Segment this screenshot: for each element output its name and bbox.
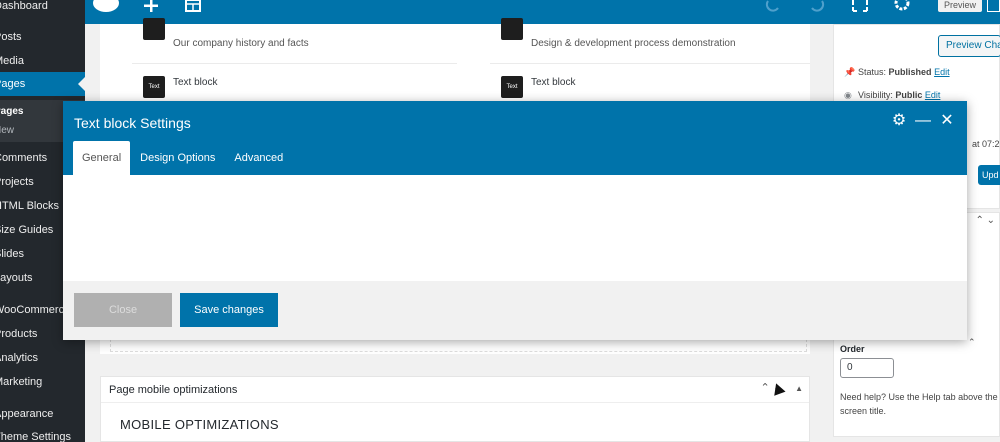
settings-gear-icon[interactable]	[892, 0, 912, 24]
visibility-row: ◉ Visibility: Public Edit	[844, 90, 940, 101]
chevron-down-icon[interactable]: ⌄	[987, 215, 995, 226]
element-text-block[interactable]: Text Text block	[490, 68, 810, 102]
modal-header[interactable]: Text block Settings ⚙ — ✕ General Design…	[63, 101, 967, 175]
preview-button[interactable]: Preview	[938, 0, 982, 12]
sidebar-item-label: Pages	[0, 78, 26, 90]
status-label: Status:	[858, 67, 887, 77]
status-edit-link[interactable]: Edit	[934, 67, 950, 77]
section-title-icon	[143, 18, 165, 40]
visibility-value: Public	[895, 90, 923, 100]
modal-footer: Close Save changes	[63, 281, 967, 340]
modal-tabs: General Design Options Advanced	[73, 141, 293, 175]
order-input[interactable]: 0	[840, 358, 894, 378]
modal-controls: ⚙ — ✕	[891, 113, 955, 129]
postbox-title: Page mobile optimizations	[109, 384, 238, 396]
sidebar-item-media[interactable]: Media	[0, 49, 85, 73]
sidebar-item-label: Marketing	[0, 376, 43, 388]
close-button[interactable]: Close	[74, 293, 172, 327]
save-changes-button[interactable]: Save changes	[180, 293, 278, 327]
mobile-optimizations-postbox: Page mobile optimizations ⌃ ⌄ ▲ MOBILE O…	[100, 376, 810, 442]
postbox-heading: MOBILE OPTIMIZATIONS	[120, 417, 279, 432]
sidebar-item-label: Posts	[0, 31, 22, 43]
sidebar-item-posts[interactable]: Posts	[0, 25, 85, 49]
help-text: Need help? Use the Help tab above the sc…	[840, 392, 998, 416]
element-description: Our company history and facts	[173, 38, 309, 49]
postbox-header[interactable]: Page mobile optimizations ⌃ ⌄ ▲	[101, 377, 809, 403]
sidebar-item-pages[interactable]: Pages	[0, 72, 85, 96]
update-button[interactable]: Upd	[978, 165, 1000, 185]
minimize-icon[interactable]: —	[915, 113, 931, 129]
sidebar-item-label: Theme Settings	[0, 431, 72, 442]
empty-row-placeholder	[110, 339, 807, 352]
visibility-label: Visibility:	[858, 90, 893, 100]
visibility-edit-link[interactable]: Edit	[925, 90, 941, 100]
element-description: Design & development process demonstrati…	[531, 38, 736, 49]
settings-gear-icon[interactable]: ⚙	[891, 113, 907, 129]
fullscreen-icon[interactable]	[850, 0, 870, 24]
modal-title: Text block Settings	[74, 115, 191, 131]
box-toggle-arrows[interactable]: ⌃ ⌄	[975, 215, 995, 226]
sidebar-item-theme-settings[interactable]: Theme Settings	[0, 425, 85, 442]
sidebar-item-label: Appearance	[0, 408, 54, 420]
chevron-up-icon[interactable]: ⌃	[975, 215, 983, 226]
modal-body	[63, 175, 967, 281]
text-block-settings-modal: Text block Settings ⚙ — ✕ General Design…	[63, 101, 967, 340]
sidebar-item-label: Dashboard	[0, 0, 48, 12]
tab-advanced[interactable]: Advanced	[225, 141, 292, 175]
element-section-title[interactable]: Design & development process demonstrati…	[490, 18, 810, 64]
undo-icon[interactable]	[763, 0, 783, 24]
sidebar-item-appearance[interactable]: Appearance	[0, 402, 85, 426]
builder-toolbar	[85, 0, 1000, 24]
triangle-up-icon[interactable]: ▲	[795, 384, 803, 393]
speech-bubble-logo-icon[interactable]	[93, 0, 121, 24]
close-icon[interactable]: ✕	[939, 113, 955, 129]
layout-icon[interactable]	[183, 0, 203, 24]
sidebar-item-label: Analytics	[0, 352, 39, 364]
redo-icon[interactable]	[807, 0, 827, 24]
update-button-edge[interactable]	[987, 0, 1000, 12]
element-title: Text block	[531, 77, 576, 88]
preview-changes-button[interactable]: Preview Changes	[938, 35, 1000, 57]
published-date-fragment: at 07:2	[972, 139, 1000, 149]
pin-icon: 📌	[844, 67, 856, 77]
eye-icon: ◉	[844, 90, 852, 100]
element-text-block[interactable]: Text Text block	[132, 68, 457, 102]
tab-general[interactable]: General	[73, 141, 131, 175]
order-label: Order	[840, 344, 865, 354]
tab-design-options[interactable]: Design Options	[131, 141, 224, 175]
sidebar-item-label: Media	[0, 55, 24, 67]
sidebar-item-analytics[interactable]: Analytics	[0, 346, 85, 370]
sidebar-item-dashboard[interactable]: Dashboard	[0, 0, 85, 18]
sidebar-item-marketing[interactable]: Marketing	[0, 370, 85, 394]
element-section-title[interactable]: Our company history and facts	[132, 18, 457, 64]
chevron-up-icon[interactable]: ⌃	[968, 337, 976, 348]
status-row: 📌 Status: Published Edit	[844, 67, 950, 78]
chevron-up-icon[interactable]: ⌃	[761, 382, 770, 394]
text-block-icon: Text	[501, 76, 523, 98]
section-title-icon	[501, 18, 523, 40]
status-value: Published	[888, 67, 932, 77]
text-block-icon: Text	[143, 76, 165, 98]
element-title: Text block	[173, 77, 218, 88]
